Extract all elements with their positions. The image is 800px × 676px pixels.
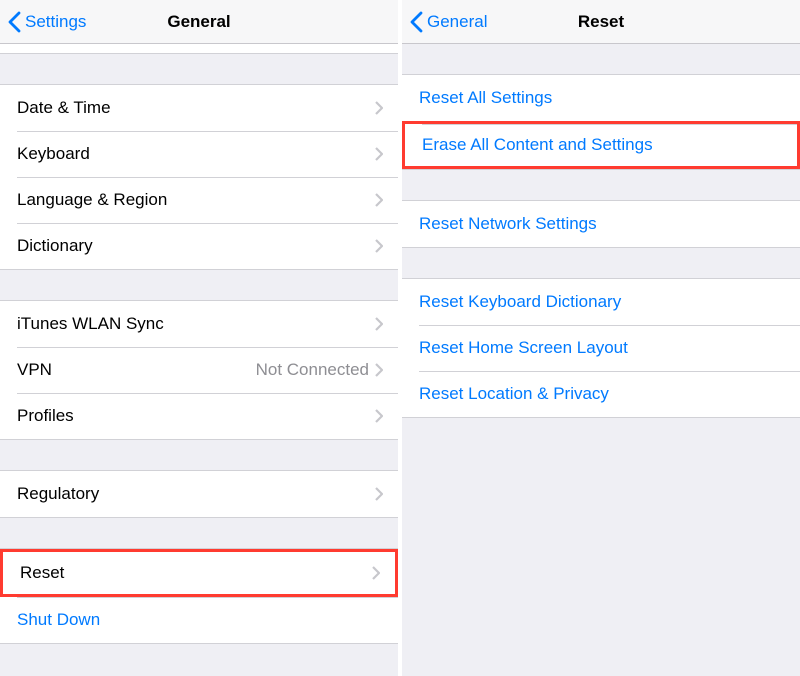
- row-label: Reset Network Settings: [419, 214, 597, 234]
- row-date-time[interactable]: Date & Time: [0, 85, 398, 131]
- row-label: Regulatory: [17, 484, 99, 504]
- reset-content: Reset All Settings Erase All Content and…: [402, 44, 800, 676]
- row-reset-home-screen-layout[interactable]: Reset Home Screen Layout: [402, 325, 800, 371]
- section-gap: [0, 440, 398, 470]
- row-label: Dictionary: [17, 236, 93, 256]
- chevron-left-icon: [410, 11, 423, 33]
- chevron-right-icon: [375, 193, 383, 207]
- chevron-right-icon: [375, 147, 383, 161]
- chevron-right-icon: [375, 487, 383, 501]
- chevron-right-icon: [375, 239, 383, 253]
- group-reset-top: Reset All Settings Erase All Content and…: [402, 74, 800, 170]
- chevron-right-icon: [375, 101, 383, 115]
- section-gap: [0, 518, 398, 548]
- row-label: Reset Keyboard Dictionary: [419, 292, 621, 312]
- row-label: Reset: [20, 563, 64, 583]
- row-reset-network-settings[interactable]: Reset Network Settings: [402, 201, 800, 247]
- nav-bar-reset: General Reset: [402, 0, 800, 44]
- row-detail-vpn-status: Not Connected: [256, 360, 369, 380]
- nav-back-label: Settings: [25, 12, 86, 32]
- row-label: Erase All Content and Settings: [422, 135, 653, 155]
- general-settings-panel: Settings General Date & Time Keyboard La…: [0, 0, 402, 676]
- row-label: iTunes WLAN Sync: [17, 314, 164, 334]
- row-regulatory[interactable]: Regulatory: [0, 471, 398, 517]
- chevron-left-icon: [8, 11, 21, 33]
- row-label: Reset Home Screen Layout: [419, 338, 628, 358]
- row-label: Profiles: [17, 406, 74, 426]
- group-regulatory: Regulatory: [0, 470, 398, 518]
- row-label: Language & Region: [17, 190, 167, 210]
- row-label: Reset All Settings: [419, 88, 552, 108]
- section-gap: [0, 54, 398, 84]
- prev-group-peek: [0, 44, 398, 54]
- row-vpn[interactable]: VPN Not Connected: [0, 347, 398, 393]
- group-reset-network: Reset Network Settings: [402, 200, 800, 248]
- section-gap: [402, 44, 800, 74]
- group-reset-other: Reset Keyboard Dictionary Reset Home Scr…: [402, 278, 800, 418]
- row-label: VPN: [17, 360, 52, 380]
- row-reset-all-settings[interactable]: Reset All Settings: [402, 75, 800, 121]
- row-label: Reset Location & Privacy: [419, 384, 609, 404]
- group-localization: Date & Time Keyboard Language & Region D…: [0, 84, 398, 270]
- row-reset[interactable]: Reset: [0, 549, 398, 597]
- row-profiles[interactable]: Profiles: [0, 393, 398, 439]
- row-label: Keyboard: [17, 144, 90, 164]
- row-label: Shut Down: [17, 610, 100, 630]
- nav-title-general: General: [167, 12, 230, 32]
- general-content: Date & Time Keyboard Language & Region D…: [0, 44, 398, 676]
- row-reset-location-privacy[interactable]: Reset Location & Privacy: [402, 371, 800, 417]
- row-label: Date & Time: [17, 98, 111, 118]
- nav-back-to-general[interactable]: General: [410, 11, 487, 33]
- section-gap: [0, 270, 398, 300]
- chevron-right-icon: [375, 409, 383, 423]
- group-sync-vpn: iTunes WLAN Sync VPN Not Connected Profi…: [0, 300, 398, 440]
- reset-settings-panel: General Reset Reset All Settings Erase A…: [402, 0, 800, 676]
- row-language-region[interactable]: Language & Region: [0, 177, 398, 223]
- row-dictionary[interactable]: Dictionary: [0, 223, 398, 269]
- section-gap: [402, 170, 800, 200]
- chevron-right-icon: [375, 363, 383, 377]
- row-itunes-wlan-sync[interactable]: iTunes WLAN Sync: [0, 301, 398, 347]
- nav-back-label: General: [427, 12, 487, 32]
- row-reset-keyboard-dictionary[interactable]: Reset Keyboard Dictionary: [402, 279, 800, 325]
- nav-back-to-settings[interactable]: Settings: [8, 11, 86, 33]
- row-shut-down[interactable]: Shut Down: [0, 597, 398, 643]
- section-gap: [0, 644, 398, 664]
- nav-title-reset: Reset: [578, 12, 624, 32]
- chevron-right-icon: [375, 317, 383, 331]
- group-reset-shutdown: Reset Shut Down: [0, 548, 398, 644]
- row-erase-all-content[interactable]: Erase All Content and Settings: [402, 121, 800, 169]
- section-gap: [402, 248, 800, 278]
- chevron-right-icon: [372, 566, 380, 580]
- nav-bar-general: Settings General: [0, 0, 398, 44]
- row-keyboard[interactable]: Keyboard: [0, 131, 398, 177]
